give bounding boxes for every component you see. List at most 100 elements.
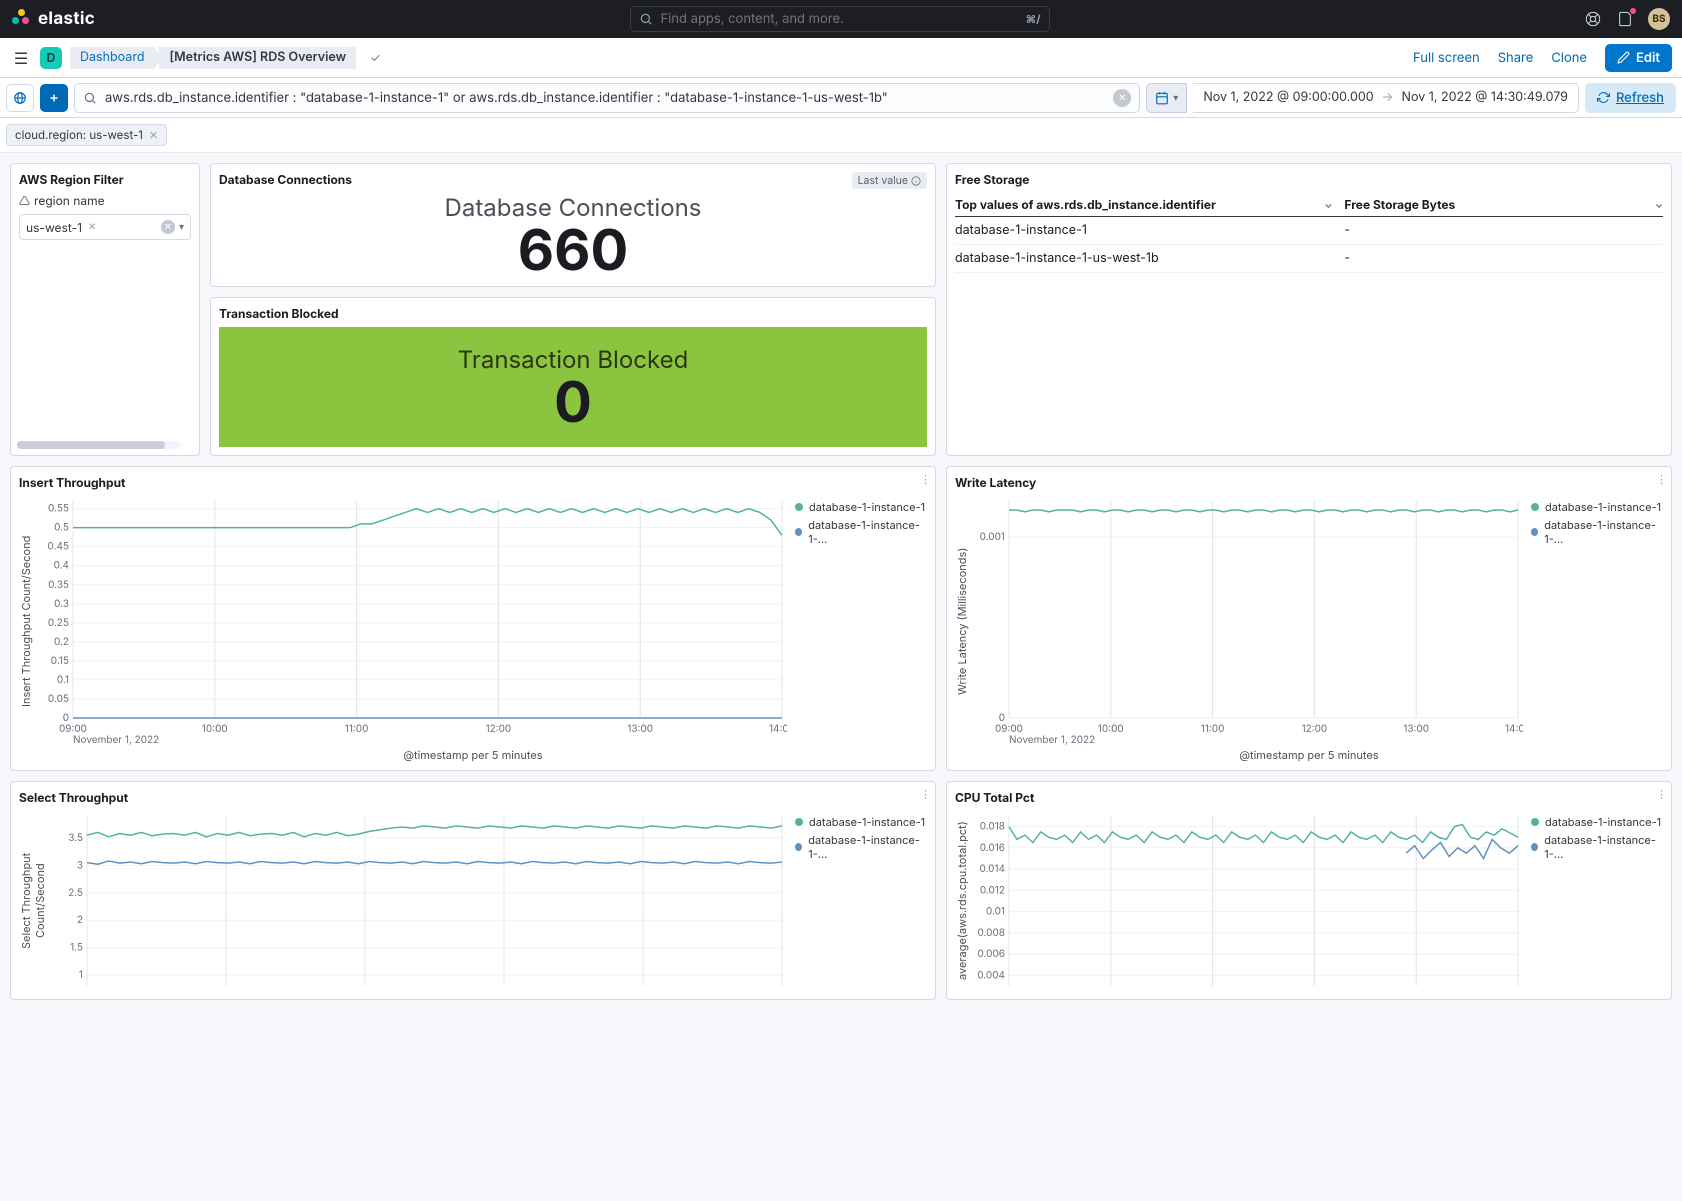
table-row[interactable]: database-1-instance-1-us-west-1b- [955,245,1663,273]
logo[interactable]: elastic [12,9,95,29]
global-search-input[interactable] [661,11,1018,27]
logo-text: elastic [38,9,95,29]
chevron-down-icon: ▾ [1173,92,1178,104]
legend-item[interactable]: database-1-instance-1-... [1531,518,1663,546]
region-chip-remove[interactable]: ✕ [88,221,96,233]
search-icon [639,12,653,26]
x-axis-label: @timestamp per 5 minutes [955,748,1663,762]
space-badge[interactable]: D [40,47,62,69]
legend-item[interactable]: database-1-instance-1-... [1531,833,1663,861]
clear-all-icon[interactable]: ✕ [161,220,175,234]
fullscreen-link[interactable]: Full screen [1413,50,1480,66]
svg-text:0.008: 0.008 [978,927,1006,939]
column-header[interactable]: Top values of aws.rds.db_instance.identi… [955,197,1216,212]
chevron-down-icon[interactable]: ⌄ [1655,199,1663,211]
y-axis-label: Insert Throughput Count/Second [19,496,33,746]
datepicker-button[interactable]: ▾ [1146,83,1187,113]
chevron-down-icon[interactable]: ⌄ [1324,199,1332,211]
date-range[interactable]: Nov 1, 2022 @ 09:00:00.000 → Nov 1, 2022… [1193,83,1579,113]
svg-text:2: 2 [77,914,83,926]
add-filter-button[interactable] [40,84,68,112]
y-axis-label: Write Latency (Milliseconds) [955,496,969,746]
filter-pill[interactable]: cloud.region: us-west-1 ✕ [6,124,167,146]
search-shortcut: ⌘/ [1026,12,1041,26]
legend-menu-icon[interactable]: ⋮ [1656,792,1667,796]
svg-text:14:00: 14:00 [1505,723,1523,735]
legend-item[interactable]: database-1-instance-1 [795,500,927,514]
y-axis-label: average(aws.rds.cpu.total.pct) [955,811,969,991]
svg-text:2.5: 2.5 [68,887,83,899]
data-view-button[interactable] [6,84,34,112]
share-link[interactable]: Share [1498,50,1534,66]
clone-link[interactable]: Clone [1551,50,1587,66]
svg-text:12:00: 12:00 [486,723,512,735]
refresh-button[interactable]: Refresh [1585,83,1676,113]
svg-text:13:00: 13:00 [1403,723,1429,735]
legend-item[interactable]: database-1-instance-1 [795,815,927,829]
chart-area[interactable]: 00.050.10.150.20.250.30.350.40.450.50.55… [33,496,787,746]
panel-title: Insert Throughput [19,475,927,490]
svg-text:0.014: 0.014 [979,863,1005,875]
legend-item[interactable]: database-1-instance-1 [1531,815,1663,829]
column-header[interactable]: Free Storage Bytes [1344,197,1455,212]
chevron-down-icon[interactable]: ▾ [179,221,184,233]
panel-title: AWS Region Filter [19,172,191,187]
logo-icon [12,9,32,29]
svg-text:0.15: 0.15 [51,655,69,667]
cell-instance: database-1-instance-1-us-west-1b [955,251,1344,266]
filter-pill-remove[interactable]: ✕ [149,128,158,142]
table-row[interactable]: database-1-instance-1- [955,217,1663,245]
svg-text:0.01: 0.01 [986,906,1005,918]
region-select[interactable]: us-west-1 ✕ ✕ ▾ [19,214,191,240]
cell-instance: database-1-instance-1 [955,223,1344,238]
panel-title: Select Throughput [19,790,927,805]
chart-area[interactable]: 0.0040.0060.0080.010.0120.0140.0160.018 [969,811,1523,991]
svg-text:11:00: 11:00 [1201,723,1225,735]
chart-area[interactable]: 00.00109:00November 1, 202210:0011:0012:… [969,496,1523,746]
svg-text:0.5: 0.5 [54,522,69,534]
svg-text:3.5: 3.5 [68,832,83,844]
svg-text:12:00: 12:00 [1302,723,1328,735]
newsfeed-icon[interactable] [1616,10,1634,28]
last-value-badge: Last value [852,172,927,189]
svg-text:0.1: 0.1 [57,674,69,686]
panel-select-throughput: Select Throughput Select Throughput Coun… [10,781,936,1000]
info-icon [911,176,921,186]
query-input[interactable]: ✕ [74,83,1140,113]
breadcrumb-dashboard[interactable]: Dashboard [70,47,154,69]
panel-insert-throughput: Insert Throughput Insert Throughput Coun… [10,466,936,771]
nav-toggle-icon[interactable]: ☰ [10,47,32,69]
panel-title: Write Latency [955,475,1663,490]
svg-text:November 1, 2022: November 1, 2022 [73,734,159,746]
legend-menu-icon[interactable]: ⋮ [920,792,931,796]
panel-write-latency: Write Latency Write Latency (Millisecond… [946,466,1672,771]
query-text-input[interactable] [105,90,1105,106]
svg-text:0.55: 0.55 [48,503,69,515]
legend-item[interactable]: database-1-instance-1-... [795,833,927,861]
region-chip-label: us-west-1 [26,220,82,235]
legend-menu-icon[interactable]: ⋮ [920,477,931,481]
cell-value: - [1344,251,1663,266]
global-search[interactable]: ⌘/ [630,6,1050,32]
help-icon[interactable] [1584,10,1602,28]
svg-text:13:00: 13:00 [627,723,653,735]
legend-item[interactable]: database-1-instance-1 [1531,500,1663,514]
scrollbar[interactable] [17,441,181,449]
cell-value: - [1344,223,1663,238]
svg-text:0.001: 0.001 [980,531,1005,543]
svg-text:0.3: 0.3 [54,598,69,610]
legend-item[interactable]: database-1-instance-1-... [795,518,927,546]
breadcrumb-current: [Metrics AWS] RDS Overview [154,47,356,69]
metric-value: 660 [518,222,629,278]
legend-menu-icon[interactable]: ⋮ [1656,477,1667,481]
panel-title: Database Connections [219,172,927,187]
chart-area[interactable]: 11.522.533.5 [47,811,787,991]
x-axis-label: @timestamp per 5 minutes [19,748,927,762]
svg-text:0.35: 0.35 [48,579,69,591]
edit-label: Edit [1636,50,1660,66]
clear-query-button[interactable]: ✕ [1113,89,1131,107]
svg-text:November 1, 2022: November 1, 2022 [1009,734,1095,746]
user-avatar[interactable]: BS [1648,8,1670,30]
warning-icon [19,195,30,206]
edit-button[interactable]: Edit [1605,44,1672,72]
